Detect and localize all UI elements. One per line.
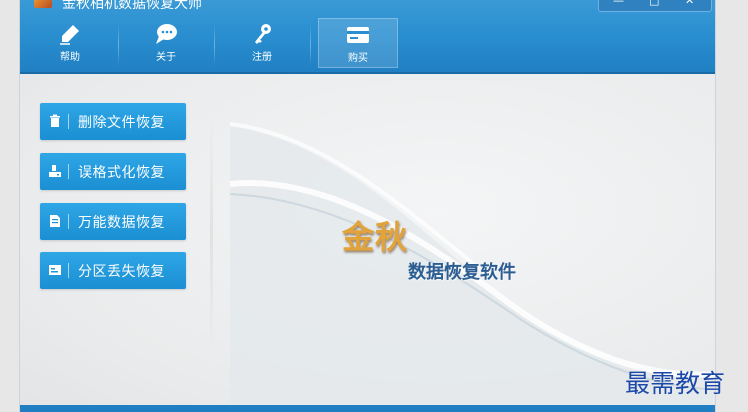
toolbar-divider (118, 24, 119, 66)
toolbar-about-label: 关于 (156, 52, 176, 63)
brand-tagline: 数据恢复软件 (408, 262, 516, 283)
toolbar-divider (214, 24, 215, 66)
key-icon (255, 24, 271, 44)
pen-icon (60, 25, 79, 45)
background-swoosh (229, 122, 715, 404)
content-divider (210, 114, 213, 354)
delete-recovery-button[interactable]: 删除文件恢复 (40, 103, 186, 140)
button-divider (68, 164, 69, 179)
toolbar-help-label: 帮助 (60, 52, 80, 63)
toolbar-divider (310, 24, 311, 66)
maximize-button[interactable]: □ (649, 0, 659, 7)
bottom-bar (20, 405, 715, 412)
close-button[interactable]: ✕ (685, 0, 694, 7)
drive-icon (49, 165, 61, 177)
delete-recovery-label: 删除文件恢复 (78, 115, 165, 131)
window-controls: — □ ✕ (598, 0, 712, 12)
partition-recovery-button[interactable]: 分区丢失恢复 (40, 252, 186, 289)
card-icon (347, 27, 369, 43)
toolbar-register-label: 注册 (252, 52, 272, 63)
button-divider (68, 114, 69, 129)
brand-name: 金秋 (342, 218, 409, 256)
title-bar: 金秋相机数据恢复大师 — □ ✕ 帮助 关于 注册 购买 (20, 0, 715, 74)
universal-recovery-label: 万能数据恢复 (78, 215, 165, 231)
format-recovery-label: 误格式化恢复 (78, 165, 165, 181)
button-divider (68, 263, 69, 278)
toolbar-buy-button[interactable]: 购买 (318, 18, 398, 68)
partition-recovery-label: 分区丢失恢复 (78, 264, 165, 280)
partition-icon (49, 265, 61, 275)
window-title: 金秋相机数据恢复大师 (62, 0, 202, 12)
toolbar-buy-label: 购买 (348, 53, 368, 64)
toolbar-about-button[interactable]: 关于 (126, 18, 206, 68)
format-recovery-button[interactable]: 误格式化恢复 (40, 153, 186, 190)
document-icon (50, 215, 60, 227)
universal-recovery-button[interactable]: 万能数据恢复 (40, 203, 186, 240)
button-divider (68, 214, 69, 229)
watermark-text: 最需教育 (625, 369, 726, 398)
app-logo (34, 0, 52, 8)
minimize-button[interactable]: — (613, 0, 624, 7)
main-content: 删除文件恢复 误格式化恢复 万能数据恢复 分区丢失恢复 金秋 数据恢复软件 (20, 74, 715, 412)
toolbar-help-button[interactable]: 帮助 (30, 18, 110, 68)
toolbar-register-button[interactable]: 注册 (222, 18, 302, 68)
chat-bubble-icon (156, 24, 177, 44)
trash-icon (50, 114, 60, 127)
app-window: 金秋相机数据恢复大师 — □ ✕ 帮助 关于 注册 购买 删除文件恢复 误格式化… (20, 0, 715, 412)
